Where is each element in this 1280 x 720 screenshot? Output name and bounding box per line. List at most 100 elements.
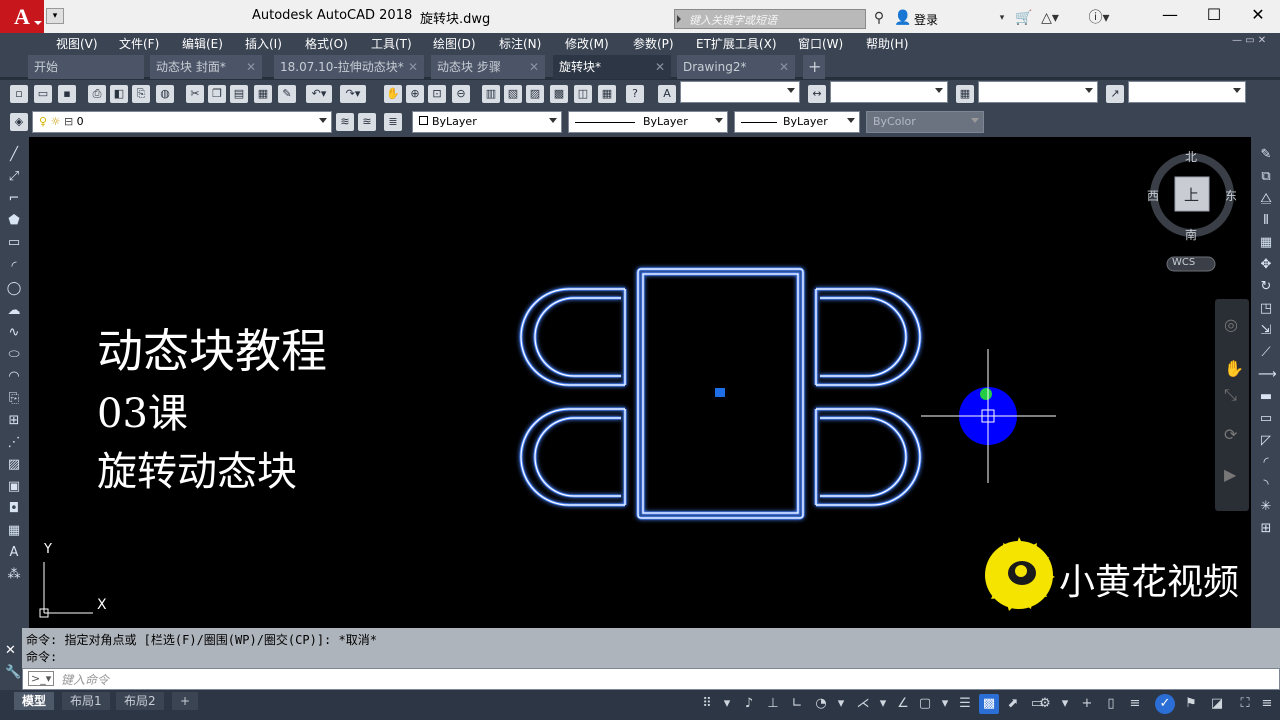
erase-icon[interactable]: ✎ [1258, 147, 1274, 163]
chamfer-icon[interactable]: ◸ [1258, 433, 1274, 449]
region-icon[interactable]: ◘ [6, 501, 22, 517]
match-properties-icon[interactable]: ✎ [278, 85, 296, 103]
isolate-objects-icon[interactable]: ⚑ [1181, 694, 1201, 714]
point-icon[interactable]: ⋰ [6, 435, 22, 451]
ellipse-arc-icon[interactable]: ◠ [6, 369, 22, 385]
gradient-icon[interactable]: ▣ [6, 479, 22, 495]
isodraft-icon[interactable]: ⋌ [853, 694, 873, 714]
blend-icon[interactable]: ◝ [1258, 477, 1274, 493]
insert-block-icon[interactable]: ⎘ [6, 391, 22, 407]
tab-steps[interactable]: 动态块 步骤 ✕ [431, 55, 545, 79]
calculator-icon[interactable]: ▦ [598, 85, 616, 103]
design-center-icon[interactable]: ◍ [156, 85, 174, 103]
make-block-icon[interactable]: ⊞ [6, 413, 22, 429]
table-icon[interactable]: ▦ [6, 523, 22, 539]
close-command-line-icon[interactable]: ✕ [5, 643, 16, 658]
add-selected-icon[interactable]: ⁂ [6, 567, 22, 583]
osnap-icon[interactable]: ▢ [915, 694, 935, 714]
layer-previous-icon[interactable]: ≊ [358, 113, 376, 131]
polar-dropdown-icon[interactable]: ▾ [831, 694, 851, 714]
maximize-button[interactable]: ☐ [1194, 4, 1234, 28]
scale-icon[interactable]: ◳ [1258, 301, 1274, 317]
layout-tab-1[interactable]: 布局1 [62, 692, 110, 710]
customize-wrench-icon[interactable]: 🔧 [5, 665, 21, 680]
exchange-icon[interactable]: △▾ [1038, 9, 1062, 27]
extend-icon[interactable]: ⟶ [1258, 367, 1277, 383]
circle-icon[interactable]: ◯ [6, 281, 22, 297]
rotate-icon[interactable]: ↻ [1258, 279, 1274, 295]
infer-constraints-icon[interactable]: ⊥ [763, 694, 783, 714]
tab-close-icon[interactable]: ✕ [529, 55, 539, 79]
login-button[interactable]: 登录 [914, 11, 938, 28]
tab-drawing2[interactable]: Drawing2* ✕ [677, 55, 795, 79]
print-icon[interactable]: ⎙ [88, 85, 106, 103]
cut-icon[interactable]: ✂ [186, 85, 204, 103]
construction-line-icon[interactable]: ⤢ [6, 169, 22, 185]
pan-hand-icon[interactable]: ✋ [1224, 359, 1244, 378]
menu-edit[interactable]: 编辑(E) [182, 35, 223, 52]
dim-style-select[interactable] [830, 81, 948, 103]
layer-states-icon[interactable]: ≣ [384, 113, 402, 131]
minimize-button[interactable]: — [1150, 4, 1190, 28]
arc-icon[interactable]: ◜ [6, 259, 22, 275]
menu-view[interactable]: 视图(V) [56, 35, 98, 52]
mirror-icon[interactable]: ⧋ [1258, 191, 1274, 207]
menu-dimension[interactable]: 标注(N) [499, 35, 541, 52]
fillet-icon[interactable]: ◜ [1258, 455, 1274, 471]
menu-window[interactable]: 窗口(W) [798, 35, 843, 52]
hardware-acceleration-icon[interactable]: ◪ [1207, 694, 1227, 714]
menu-tools[interactable]: 工具(T) [371, 35, 412, 52]
tab-close-icon[interactable]: ✕ [408, 55, 418, 79]
explode-icon[interactable]: ✳ [1258, 499, 1274, 515]
showmotion-icon[interactable]: ▶ [1224, 465, 1236, 484]
viewcube-north[interactable]: 北 [1185, 148, 1197, 165]
wcs-menu[interactable]: WCS [1172, 257, 1195, 268]
move-icon[interactable]: ✥ [1258, 257, 1274, 273]
quick-access-dropdown[interactable]: ▾ [46, 8, 64, 24]
break-icon[interactable]: ▬ [1258, 389, 1274, 405]
menu-express-tools[interactable]: ET扩展工具(X) [696, 35, 777, 52]
menu-modify[interactable]: 修改(M) [565, 35, 609, 52]
offset-icon[interactable]: ⫴ [1258, 213, 1274, 229]
osnap-dropdown-icon[interactable]: ▾ [935, 694, 955, 714]
ortho-icon[interactable]: ∟ [787, 694, 807, 714]
help-icon[interactable]: ? [626, 85, 644, 103]
publish-icon[interactable]: ⎘ [132, 85, 150, 103]
binoculars-icon[interactable]: ⚲ [870, 9, 888, 27]
layer-select[interactable]: ♀ ☼ ⊟ 0 [32, 111, 332, 133]
line-icon[interactable]: ╱ [6, 147, 22, 163]
viewcube-east[interactable]: 东 [1225, 187, 1237, 204]
sheet-set-icon[interactable]: ▩ [550, 85, 568, 103]
close-button[interactable]: ✕ [1238, 4, 1278, 28]
layer-properties-icon[interactable]: ◈ [10, 113, 28, 131]
lineweight-toggle-icon[interactable]: ☰ [955, 694, 975, 714]
zoom-window-icon[interactable]: ⊡ [428, 85, 446, 103]
join-icon[interactable]: ▭ [1258, 411, 1274, 427]
paste-icon[interactable]: ▤ [230, 85, 248, 103]
login-dropdown-icon[interactable]: ▾ [996, 9, 1008, 27]
orbit-icon[interactable]: ⟳ [1224, 425, 1237, 444]
transparency-icon[interactable]: ▩ [979, 694, 999, 714]
pan-icon[interactable]: ✋ [384, 85, 402, 103]
revision-cloud-icon[interactable]: ☁ [6, 303, 22, 319]
tab-start[interactable]: 开始 [28, 55, 144, 79]
workspace-gear-icon[interactable]: ⚙ [1035, 694, 1055, 714]
new-tab-button[interactable]: + [803, 55, 825, 79]
zoom-realtime-icon[interactable]: ⊕ [406, 85, 424, 103]
units-icon[interactable]: ▯ [1101, 694, 1121, 714]
app-menu-button[interactable]: A [0, 0, 44, 33]
stretch-icon[interactable]: ⇲ [1258, 323, 1274, 339]
doc-window-controls-icon[interactable]: — ▭ ✕ [1232, 35, 1266, 46]
polygon-icon[interactable]: ⬟ [6, 213, 22, 229]
cart-icon[interactable]: 🛒 [1014, 9, 1034, 27]
linetype-select[interactable]: ByLayer [568, 111, 728, 133]
lock-ui-icon[interactable]: ✓ [1155, 694, 1175, 714]
snap-icon[interactable]: ♪ [739, 694, 759, 714]
workspace-dropdown-icon[interactable]: ▾ [1055, 694, 1075, 714]
drawing-canvas[interactable]: 动态块教程 03课 旋转动态块 Y X 北 南 东 西 上 WCS ◎ ✋ ⤡ … [29, 137, 1251, 628]
design-palette-icon[interactable]: ▧ [504, 85, 522, 103]
zoom-extents-icon[interactable]: ⤡ [1224, 385, 1237, 405]
redo-icon[interactable]: ↷▾ [340, 85, 366, 103]
selection-cycling-icon[interactable]: ⬈ [1003, 694, 1023, 714]
rectangle-icon[interactable]: ▭ [6, 235, 22, 251]
